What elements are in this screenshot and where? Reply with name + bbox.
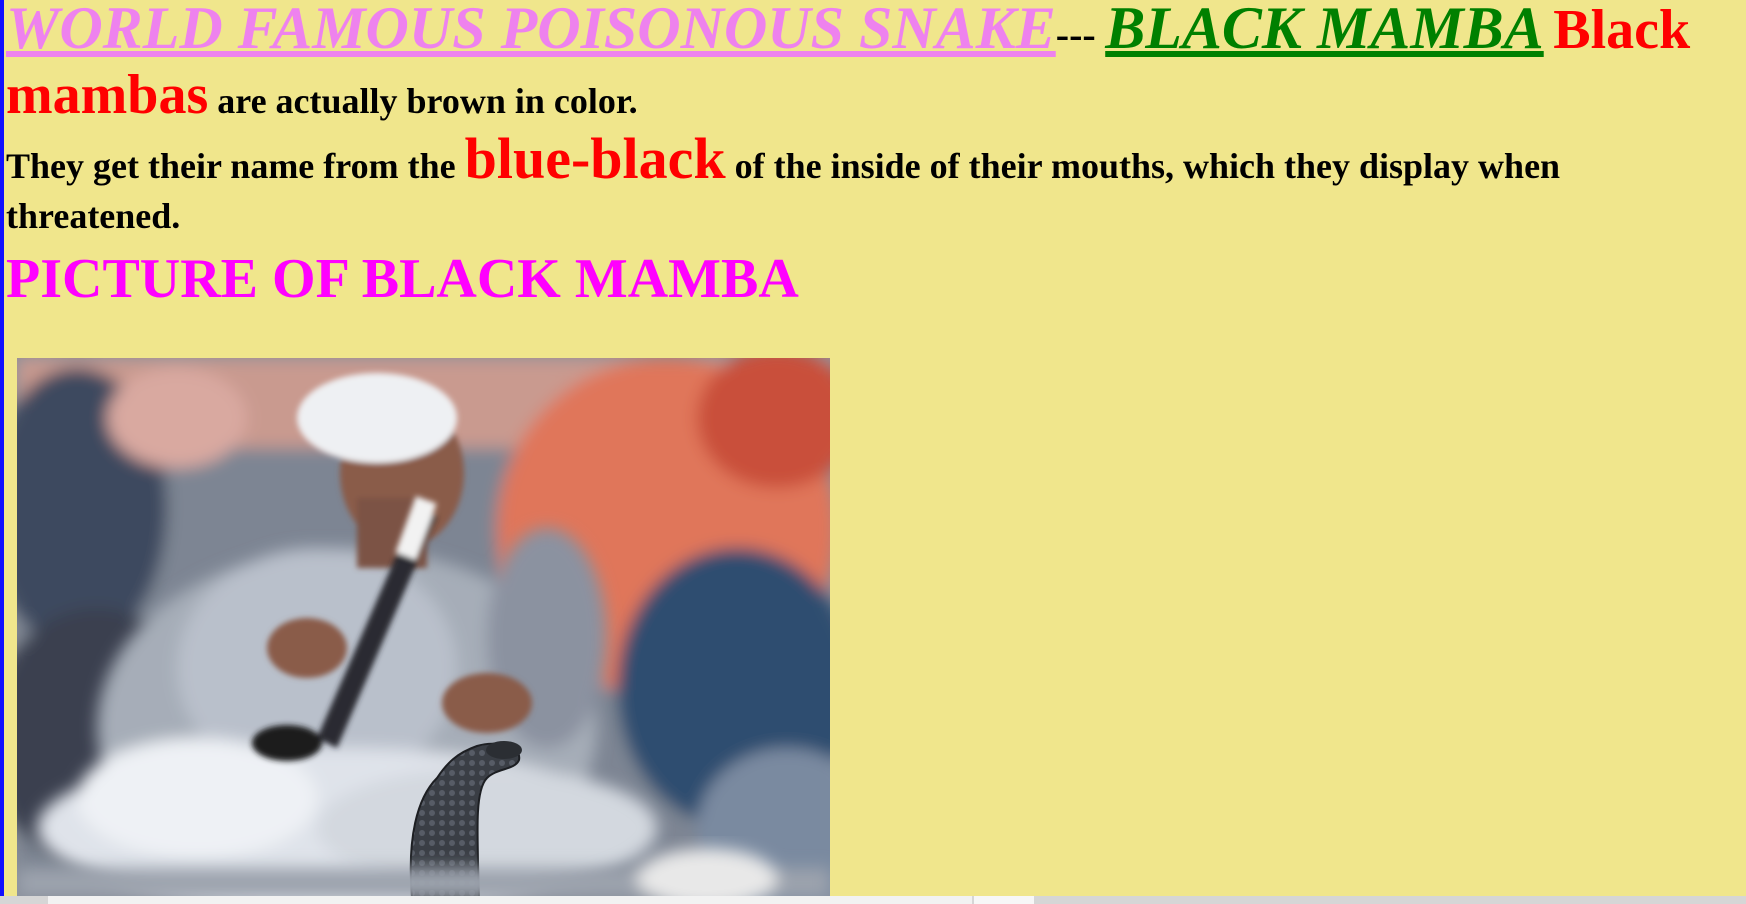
snake-charmer-photo (17, 358, 830, 898)
title-link[interactable]: WORLD FAMOUS POISONOUS SNAKE (6, 0, 1056, 61)
page-content: WORLD FAMOUS POISONOUS SNAKE--- BLACK MA… (6, 0, 1744, 311)
intro-text: are actually brown in color. (217, 81, 638, 121)
description-before: They get their name from the (6, 146, 456, 186)
photo-illustration (17, 358, 830, 898)
picture-heading: PICTURE OF BLACK MAMBA (6, 248, 799, 310)
black-mamba-link[interactable]: BLACK MAMBA (1105, 0, 1544, 61)
title-separator: --- (1055, 12, 1096, 57)
title-line: WORLD FAMOUS POISONOUS SNAKE--- BLACK MA… (6, 0, 1744, 62)
intro-mambas-word: mambas (6, 64, 209, 126)
horizontal-scrollbar[interactable] (0, 896, 1746, 904)
intro-black-word: Black (1553, 0, 1691, 61)
left-edge-bar (0, 0, 4, 904)
blue-black-highlight: blue-black (464, 126, 726, 191)
scrollbar-thumb[interactable] (48, 896, 972, 904)
scrollbar-segment (974, 896, 1034, 904)
intro-line: mambas are actually brown in color. (6, 62, 1744, 134)
description-paragraph: They get their name from the blue-black … (6, 130, 1740, 241)
